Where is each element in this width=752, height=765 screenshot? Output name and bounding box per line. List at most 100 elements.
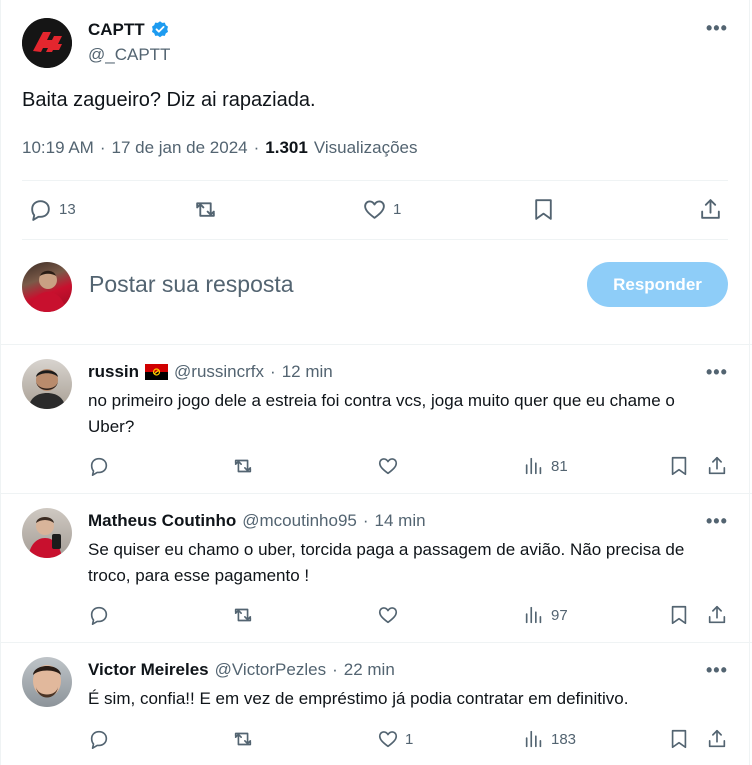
heart-icon: [378, 607, 398, 624]
meta-separator: ·: [270, 362, 276, 381]
reply-author-handle[interactable]: @russincrfx: [174, 362, 264, 382]
repost-button[interactable]: [232, 455, 254, 477]
heart-icon: [378, 731, 398, 748]
analytics-icon: [525, 730, 542, 748]
captt-logo-icon: [22, 18, 72, 68]
user-photo-icon: [33, 665, 61, 698]
bookmark-button[interactable]: [668, 604, 690, 626]
more-options-icon[interactable]: •••: [706, 660, 728, 681]
post-date[interactable]: 17 de jan de 2024: [112, 138, 248, 158]
reply-icon: [90, 457, 108, 476]
like-button[interactable]: [377, 604, 405, 626]
bookmark-icon: [671, 729, 687, 749]
reply-button[interactable]: [88, 455, 110, 477]
divider: [22, 239, 728, 240]
reply-submit-button[interactable]: Responder: [587, 262, 728, 307]
share-button[interactable]: [706, 728, 728, 750]
reply-author-avatar[interactable]: [22, 508, 72, 558]
views-count: 1.301: [265, 138, 308, 157]
bookmark-icon: [535, 199, 552, 220]
reply-button[interactable]: [88, 604, 110, 626]
user-photo-icon: [30, 270, 66, 312]
angola-flag-icon: [145, 364, 169, 380]
post-text: Baita zagueiro? Diz ai rapaziada.: [22, 89, 316, 111]
reply-time[interactable]: 14 min: [375, 511, 426, 531]
share-button[interactable]: [706, 455, 728, 477]
heart-icon: [364, 200, 385, 219]
share-icon: [708, 729, 726, 748]
current-user-avatar[interactable]: [22, 262, 72, 312]
views-count: 81: [551, 457, 568, 475]
meta-separator: ·: [332, 660, 338, 679]
more-options-icon[interactable]: •••: [706, 362, 728, 383]
reply-count: 13: [59, 201, 76, 218]
user-photo-icon: [28, 517, 62, 558]
reply-button[interactable]: 13: [28, 197, 76, 222]
user-photo-icon: [28, 369, 66, 409]
divider: [0, 344, 752, 345]
reply-author-name[interactable]: russin: [88, 362, 139, 382]
meta-separator: ·: [99, 138, 106, 157]
repost-button[interactable]: [232, 604, 254, 626]
divider: [0, 493, 752, 494]
reply-time[interactable]: 22 min: [344, 660, 395, 680]
bookmark-button[interactable]: [668, 728, 690, 750]
reply-button[interactable]: [88, 728, 110, 750]
repost-icon: [234, 732, 252, 746]
divider: [22, 180, 728, 181]
reply-author-avatar[interactable]: [22, 657, 72, 707]
reply-author-handle[interactable]: @mcoutinho95: [242, 511, 357, 531]
post-metadata: 10:19 AM · 17 de jan de 2024 · 1.301 Vis…: [22, 138, 417, 158]
divider: [0, 642, 752, 643]
reply-time[interactable]: 12 min: [282, 362, 333, 382]
share-icon: [701, 199, 720, 219]
repost-button[interactable]: [232, 728, 254, 750]
author-handle[interactable]: @_CAPTT: [88, 45, 170, 65]
repost-button[interactable]: [193, 197, 218, 222]
reply-author-avatar[interactable]: [22, 359, 72, 409]
analytics-icon: [525, 606, 542, 624]
like-button[interactable]: 1: [362, 197, 401, 222]
post-time[interactable]: 10:19 AM: [22, 138, 94, 158]
reply-icon: [31, 200, 50, 221]
bookmark-icon: [671, 605, 687, 625]
reply-text: Se quiser eu chamo o uber, torcida paga …: [88, 540, 685, 585]
author-avatar[interactable]: [22, 18, 72, 68]
reply-author-name[interactable]: Victor Meireles: [88, 660, 209, 680]
views-label: Visualizações: [313, 138, 418, 157]
more-options-icon[interactable]: •••: [706, 511, 728, 532]
bookmark-button[interactable]: [531, 197, 556, 222]
column-border-right: [749, 0, 750, 765]
heart-icon: [378, 458, 398, 475]
more-options-icon[interactable]: •••: [706, 18, 728, 39]
views-count: 97: [551, 606, 568, 624]
author-name[interactable]: CAPTT: [88, 20, 145, 40]
column-border-left: [0, 0, 1, 765]
like-button[interactable]: [377, 455, 405, 477]
reply-author-name[interactable]: Matheus Coutinho: [88, 511, 236, 531]
share-icon: [708, 605, 726, 624]
reply-icon: [90, 730, 108, 749]
reply-composer-input[interactable]: Postar sua resposta: [89, 271, 294, 298]
reply-icon: [90, 606, 108, 625]
reply-author-handle[interactable]: @VictorPezles: [215, 660, 326, 680]
like-button[interactable]: 1: [377, 728, 413, 750]
views-count: 183: [551, 730, 577, 748]
bookmark-button[interactable]: [668, 455, 690, 477]
meta-separator: ·: [362, 511, 369, 530]
repost-icon: [196, 202, 215, 217]
reply-text: É sim, confia!! E em vez de empréstimo j…: [88, 689, 629, 708]
like-count: 1: [405, 730, 414, 748]
bookmark-icon: [671, 456, 687, 476]
like-count: 1: [393, 201, 402, 218]
repost-icon: [234, 459, 252, 473]
reply-text: no primeiro jogo dele a estreia foi cont…: [88, 391, 675, 436]
repost-icon: [234, 608, 252, 622]
share-button[interactable]: [706, 604, 728, 626]
analytics-icon: [525, 457, 542, 475]
share-button[interactable]: [698, 197, 723, 222]
views-button[interactable]: 183: [523, 728, 576, 750]
views-button[interactable]: 97: [523, 604, 568, 626]
views-button[interactable]: 81: [523, 455, 568, 477]
share-icon: [708, 456, 726, 475]
